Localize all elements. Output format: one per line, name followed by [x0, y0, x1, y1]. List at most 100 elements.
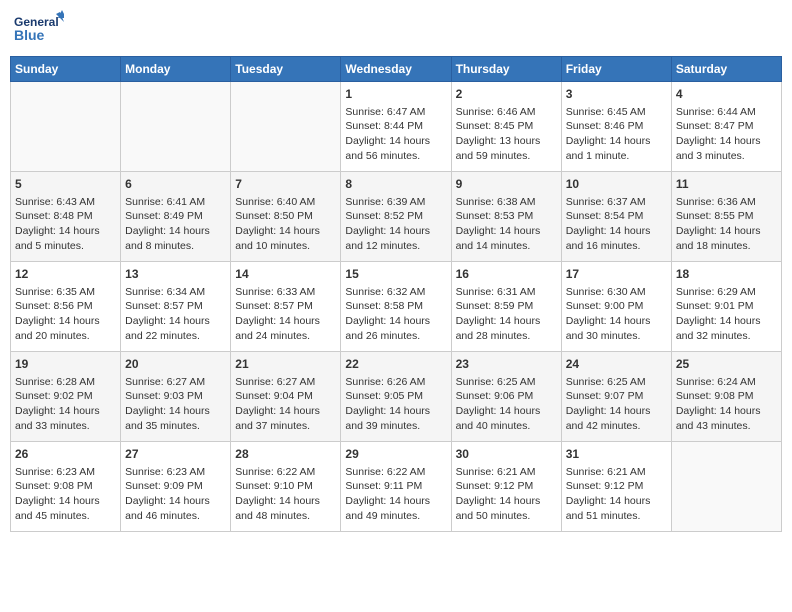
cell-content-line: Sunrise: 6:35 AM: [15, 285, 116, 300]
cell-content-line: Daylight: 14 hours: [345, 314, 446, 329]
cell-content-line: Daylight: 13 hours: [456, 134, 557, 149]
cell-content-line: Daylight: 14 hours: [235, 404, 336, 419]
cell-content-line: Sunset: 9:02 PM: [15, 389, 116, 404]
day-number: 11: [676, 176, 777, 193]
day-number: 23: [456, 356, 557, 373]
cell-content-line: and 22 minutes.: [125, 329, 226, 344]
cell-content-line: Daylight: 14 hours: [345, 224, 446, 239]
cell-content-line: and 43 minutes.: [676, 419, 777, 434]
cell-content-line: and 1 minute.: [566, 149, 667, 164]
day-number: 26: [15, 446, 116, 463]
cell-content-line: and 46 minutes.: [125, 509, 226, 524]
cell-content-line: Sunset: 9:03 PM: [125, 389, 226, 404]
cell-content-line: Sunrise: 6:47 AM: [345, 105, 446, 120]
cell-content-line: and 26 minutes.: [345, 329, 446, 344]
cell-content-line: Sunrise: 6:21 AM: [456, 465, 557, 480]
cell-content-line: Daylight: 14 hours: [676, 314, 777, 329]
cell-content-line: Sunset: 9:04 PM: [235, 389, 336, 404]
cell-content-line: and 5 minutes.: [15, 239, 116, 254]
cell-content-line: Daylight: 14 hours: [15, 404, 116, 419]
calendar-cell: 10Sunrise: 6:37 AMSunset: 8:54 PMDayligh…: [561, 172, 671, 262]
cell-content-line: and 20 minutes.: [15, 329, 116, 344]
cell-content-line: Daylight: 14 hours: [676, 134, 777, 149]
cell-content-line: Sunrise: 6:27 AM: [235, 375, 336, 390]
col-header-thursday: Thursday: [451, 57, 561, 82]
calendar-cell: 2 Sunrise: 6:46 AMSunset: 8:45 PMDaylight…: [451, 82, 561, 172]
cell-content-line: Sunrise: 6:34 AM: [125, 285, 226, 300]
cell-content-line: Sunrise: 6:45 AM: [566, 105, 667, 120]
day-number: 21: [235, 356, 336, 373]
cell-content-line: Daylight: 14 hours: [566, 494, 667, 509]
cell-content-line: Sunrise: 6:22 AM: [345, 465, 446, 480]
cell-content-line: Sunset: 8:48 PM: [15, 209, 116, 224]
cell-content-line: Sunrise: 6:32 AM: [345, 285, 446, 300]
day-number: 9: [456, 176, 557, 193]
cell-content-line: Sunrise: 6:37 AM: [566, 195, 667, 210]
day-number: 8: [345, 176, 446, 193]
calendar-week-row: 19Sunrise: 6:28 AMSunset: 9:02 PMDayligh…: [11, 352, 782, 442]
cell-content-line: and 10 minutes.: [235, 239, 336, 254]
cell-content-line: Sunset: 9:01 PM: [676, 299, 777, 314]
cell-content-line: and 3 minutes.: [676, 149, 777, 164]
day-number: 5: [15, 176, 116, 193]
calendar-cell: 19Sunrise: 6:28 AMSunset: 9:02 PMDayligh…: [11, 352, 121, 442]
cell-content-line: Sunset: 9:12 PM: [566, 479, 667, 494]
calendar-week-row: 1Sunrise: 6:47 AMSunset: 8:44 PMDaylight…: [11, 82, 782, 172]
cell-content-line: and 33 minutes.: [15, 419, 116, 434]
cell-content-line: Sunrise: 6:44 AM: [676, 105, 777, 120]
col-header-monday: Monday: [121, 57, 231, 82]
cell-content-line: Daylight: 14 hours: [345, 134, 446, 149]
svg-text:Blue: Blue: [14, 27, 45, 43]
cell-content-line: Daylight: 14 hours: [345, 404, 446, 419]
day-number: 3: [566, 86, 667, 103]
cell-content-line: and 18 minutes.: [676, 239, 777, 254]
cell-content-line: and 24 minutes.: [235, 329, 336, 344]
cell-content-line: and 16 minutes.: [566, 239, 667, 254]
cell-content-line: Daylight: 14 hours: [235, 314, 336, 329]
cell-content-line: Sunset: 9:06 PM: [456, 389, 557, 404]
cell-content-line: Daylight: 14 hours: [15, 224, 116, 239]
day-number: 12: [15, 266, 116, 283]
cell-content-line: Sunrise: 6:22 AM: [235, 465, 336, 480]
day-number: 2: [456, 86, 557, 103]
cell-content-line: Daylight: 14 hours: [345, 494, 446, 509]
cell-content-line: Sunrise: 6:36 AM: [676, 195, 777, 210]
calendar-cell: 6Sunrise: 6:41 AMSunset: 8:49 PMDaylight…: [121, 172, 231, 262]
cell-content-line: Daylight: 14 hours: [456, 224, 557, 239]
calendar-table: SundayMondayTuesdayWednesdayThursdayFrid…: [10, 56, 782, 532]
cell-content-line: Sunset: 9:10 PM: [235, 479, 336, 494]
cell-content-line: Sunrise: 6:24 AM: [676, 375, 777, 390]
cell-content-line: and 56 minutes.: [345, 149, 446, 164]
calendar-cell: 26Sunrise: 6:23 AMSunset: 9:08 PMDayligh…: [11, 442, 121, 532]
day-number: 13: [125, 266, 226, 283]
calendar-cell: 5Sunrise: 6:43 AMSunset: 8:48 PMDaylight…: [11, 172, 121, 262]
calendar-cell: 23Sunrise: 6:25 AMSunset: 9:06 PMDayligh…: [451, 352, 561, 442]
calendar-cell: 30Sunrise: 6:21 AMSunset: 9:12 PMDayligh…: [451, 442, 561, 532]
cell-content-line: and 59 minutes.: [456, 149, 557, 164]
calendar-header-row: SundayMondayTuesdayWednesdayThursdayFrid…: [11, 57, 782, 82]
cell-content-line: Sunrise: 6:38 AM: [456, 195, 557, 210]
cell-content-line: Sunrise: 6:26 AM: [345, 375, 446, 390]
calendar-cell: 13Sunrise: 6:34 AMSunset: 8:57 PMDayligh…: [121, 262, 231, 352]
cell-content-line: Sunset: 8:53 PM: [456, 209, 557, 224]
cell-content-line: Sunset: 8:45 PM: [456, 119, 557, 134]
cell-content-line: and 45 minutes.: [15, 509, 116, 524]
col-header-saturday: Saturday: [671, 57, 781, 82]
cell-content-line: Sunrise: 6:25 AM: [456, 375, 557, 390]
cell-content-line: Sunrise: 6:30 AM: [566, 285, 667, 300]
calendar-cell: [231, 82, 341, 172]
cell-content-line: Sunset: 8:57 PM: [125, 299, 226, 314]
cell-content-line: Sunrise: 6:33 AM: [235, 285, 336, 300]
day-number: 14: [235, 266, 336, 283]
cell-content-line: Sunset: 9:07 PM: [566, 389, 667, 404]
calendar-cell: 28Sunrise: 6:22 AMSunset: 9:10 PMDayligh…: [231, 442, 341, 532]
cell-content-line: Sunrise: 6:41 AM: [125, 195, 226, 210]
cell-content-line: and 12 minutes.: [345, 239, 446, 254]
day-number: 22: [345, 356, 446, 373]
cell-content-line: Daylight: 14 hours: [566, 404, 667, 419]
cell-content-line: Sunrise: 6:46 AM: [456, 105, 557, 120]
cell-content-line: Sunset: 8:59 PM: [456, 299, 557, 314]
cell-content-line: Sunrise: 6:28 AM: [15, 375, 116, 390]
cell-content-line: Sunrise: 6:21 AM: [566, 465, 667, 480]
cell-content-line: and 49 minutes.: [345, 509, 446, 524]
